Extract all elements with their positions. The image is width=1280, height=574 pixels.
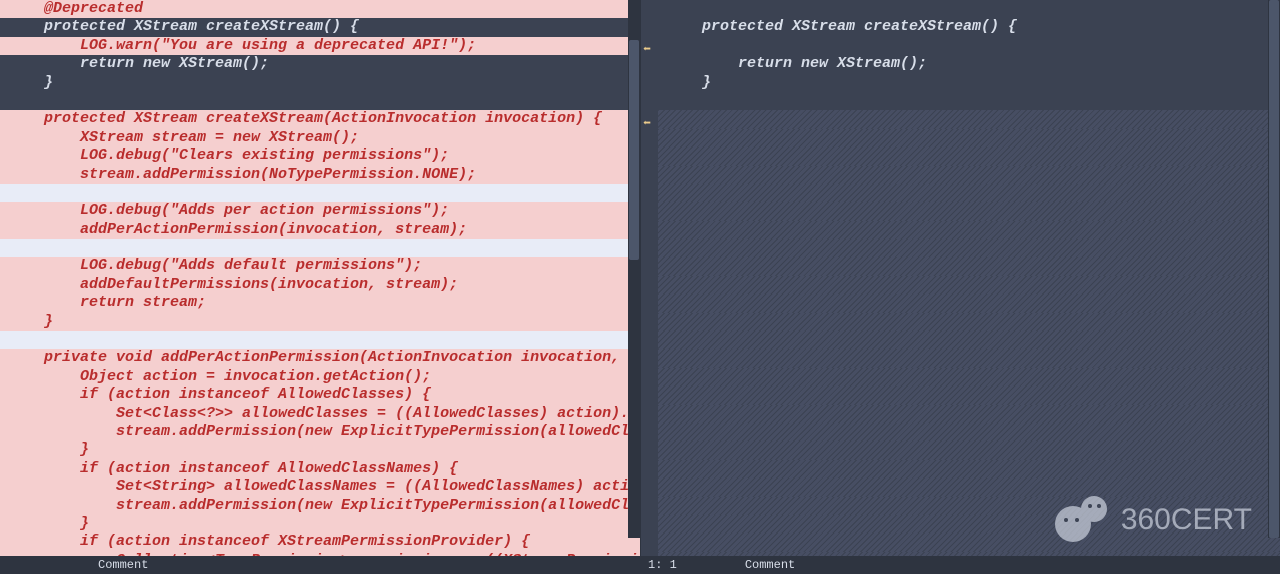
code-line[interactable] xyxy=(658,386,1280,404)
diff-marker-icon: ⬅ xyxy=(643,42,651,57)
left-status-comment: Comment xyxy=(90,558,148,572)
left-status-bar: Comment xyxy=(0,556,640,574)
right-pane: ⬅⬅ protected XStream createXStream() { r… xyxy=(640,0,1280,574)
code-line[interactable] xyxy=(658,478,1280,496)
code-line[interactable]: protected XStream createXStream() { xyxy=(0,18,640,36)
code-line[interactable]: stream.addPermission(new ExplicitTypePer… xyxy=(0,423,640,441)
code-line[interactable] xyxy=(658,313,1280,331)
code-line[interactable]: } xyxy=(0,74,640,92)
diff-marker-icon: ⬅ xyxy=(643,116,651,131)
pane-divider[interactable] xyxy=(640,0,641,574)
right-vertical-scrollbar[interactable] xyxy=(1268,0,1280,538)
code-line[interactable]: XStream stream = new XStream(); xyxy=(0,129,640,147)
code-line[interactable]: } xyxy=(658,74,1280,92)
code-line[interactable] xyxy=(658,202,1280,220)
code-line[interactable] xyxy=(658,239,1280,257)
code-line[interactable] xyxy=(658,166,1280,184)
left-vertical-scrollbar[interactable] xyxy=(628,0,640,538)
code-line[interactable] xyxy=(658,368,1280,386)
code-line[interactable] xyxy=(658,294,1280,312)
left-scroll-thumb[interactable] xyxy=(629,40,639,260)
code-line[interactable] xyxy=(658,423,1280,441)
right-scroll-thumb[interactable] xyxy=(1269,0,1279,538)
code-line[interactable] xyxy=(658,147,1280,165)
code-line[interactable]: if (action instanceof AllowedClasses) { xyxy=(0,386,640,404)
code-line[interactable]: if (action instanceof XStreamPermissionP… xyxy=(0,533,640,551)
code-line[interactable]: Set<String> allowedClassNames = ((Allowe… xyxy=(0,478,640,496)
right-status-comment: Comment xyxy=(737,558,795,572)
code-line[interactable] xyxy=(658,441,1280,459)
code-line[interactable]: Object action = invocation.getAction(); xyxy=(0,368,640,386)
code-line[interactable]: return new XStream(); xyxy=(658,55,1280,73)
right-marker-gutter: ⬅⬅ xyxy=(640,0,658,556)
code-line[interactable] xyxy=(658,129,1280,147)
code-line[interactable] xyxy=(658,276,1280,294)
diff-view-container: @Deprecated protected XStream createXStr… xyxy=(0,0,1280,574)
code-line[interactable]: addDefaultPermissions(invocation, stream… xyxy=(0,276,640,294)
code-line[interactable]: private void addPerActionPermission(Acti… xyxy=(0,349,640,367)
code-line[interactable]: Collection<TypePermission> permissions =… xyxy=(0,552,640,556)
code-line[interactable]: protected XStream createXStream(ActionIn… xyxy=(0,110,640,128)
code-line[interactable] xyxy=(0,239,640,257)
code-line[interactable]: @Deprecated xyxy=(0,0,640,18)
code-line[interactable] xyxy=(658,552,1280,556)
code-line[interactable]: addPerActionPermission(invocation, strea… xyxy=(0,221,640,239)
right-status-position: 1: 1 xyxy=(640,558,677,572)
left-code-area[interactable]: @Deprecated protected XStream createXStr… xyxy=(0,0,640,556)
code-line[interactable]: LOG.debug("Adds default permissions"); xyxy=(0,257,640,275)
code-line[interactable] xyxy=(658,110,1280,128)
code-line[interactable] xyxy=(0,184,640,202)
code-line[interactable] xyxy=(658,184,1280,202)
code-line[interactable]: return new XStream(); xyxy=(0,55,640,73)
code-line[interactable]: stream.addPermission(new ExplicitTypePer… xyxy=(0,497,640,515)
wechat-icon xyxy=(1055,496,1109,544)
code-line[interactable]: if (action instanceof AllowedClassNames)… xyxy=(0,460,640,478)
code-line[interactable] xyxy=(658,37,1280,55)
code-line[interactable]: LOG.debug("Adds per action permissions")… xyxy=(0,202,640,220)
code-line[interactable]: protected XStream createXStream() { xyxy=(658,18,1280,36)
code-line[interactable]: LOG.warn("You are using a deprecated API… xyxy=(0,37,640,55)
watermark-text: 360CERT xyxy=(1121,503,1252,537)
right-code-area[interactable]: ⬅⬅ protected XStream createXStream() { r… xyxy=(640,0,1280,556)
code-line[interactable] xyxy=(658,0,1280,18)
code-line[interactable] xyxy=(0,92,640,110)
code-line[interactable] xyxy=(658,221,1280,239)
right-status-bar: 1: 1 Comment xyxy=(640,556,1280,574)
code-line[interactable]: LOG.debug("Clears existing permissions")… xyxy=(0,147,640,165)
code-line[interactable] xyxy=(658,92,1280,110)
code-line[interactable] xyxy=(658,460,1280,478)
code-line[interactable]: } xyxy=(0,313,640,331)
code-line[interactable]: stream.addPermission(NoTypePermission.NO… xyxy=(0,166,640,184)
code-line[interactable]: return stream; xyxy=(0,294,640,312)
left-pane: @Deprecated protected XStream createXStr… xyxy=(0,0,640,574)
code-line[interactable] xyxy=(658,331,1280,349)
code-line[interactable] xyxy=(0,331,640,349)
code-line[interactable]: } xyxy=(0,441,640,459)
code-line[interactable] xyxy=(658,257,1280,275)
code-line[interactable] xyxy=(658,405,1280,423)
code-line[interactable]: Set<Class<?>> allowedClasses = ((Allowed… xyxy=(0,405,640,423)
watermark: 360CERT xyxy=(1055,496,1252,544)
code-line[interactable]: } xyxy=(0,515,640,533)
code-line[interactable] xyxy=(658,349,1280,367)
